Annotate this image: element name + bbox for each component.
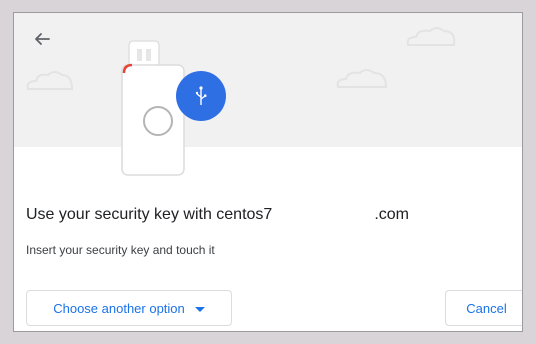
redacted-domain bbox=[273, 204, 374, 226]
arrow-back-icon bbox=[35, 33, 50, 45]
cancel-button[interactable]: Cancel bbox=[445, 290, 522, 326]
title-prefix: Use your security key with centos7 bbox=[26, 206, 273, 224]
cancel-label: Cancel bbox=[466, 300, 507, 316]
choose-another-option-label: Choose another option bbox=[53, 300, 185, 316]
caret-down-icon bbox=[194, 306, 205, 312]
cloud-icon bbox=[336, 69, 388, 88]
choose-another-option-button[interactable]: Choose another option bbox=[26, 290, 232, 326]
illustration-banner bbox=[14, 13, 522, 176]
screenshot-frame: Use your security key with centos7 .com I… bbox=[0, 0, 536, 344]
back-button[interactable] bbox=[28, 25, 56, 53]
dialog-title: Use your security key with centos7 .com bbox=[26, 204, 409, 226]
title-suffix: .com bbox=[374, 206, 409, 224]
security-key-dialog: Use your security key with centos7 .com I… bbox=[13, 12, 523, 332]
dialog-subtitle: Insert your security key and touch it bbox=[26, 243, 215, 257]
cloud-icon bbox=[406, 27, 456, 46]
